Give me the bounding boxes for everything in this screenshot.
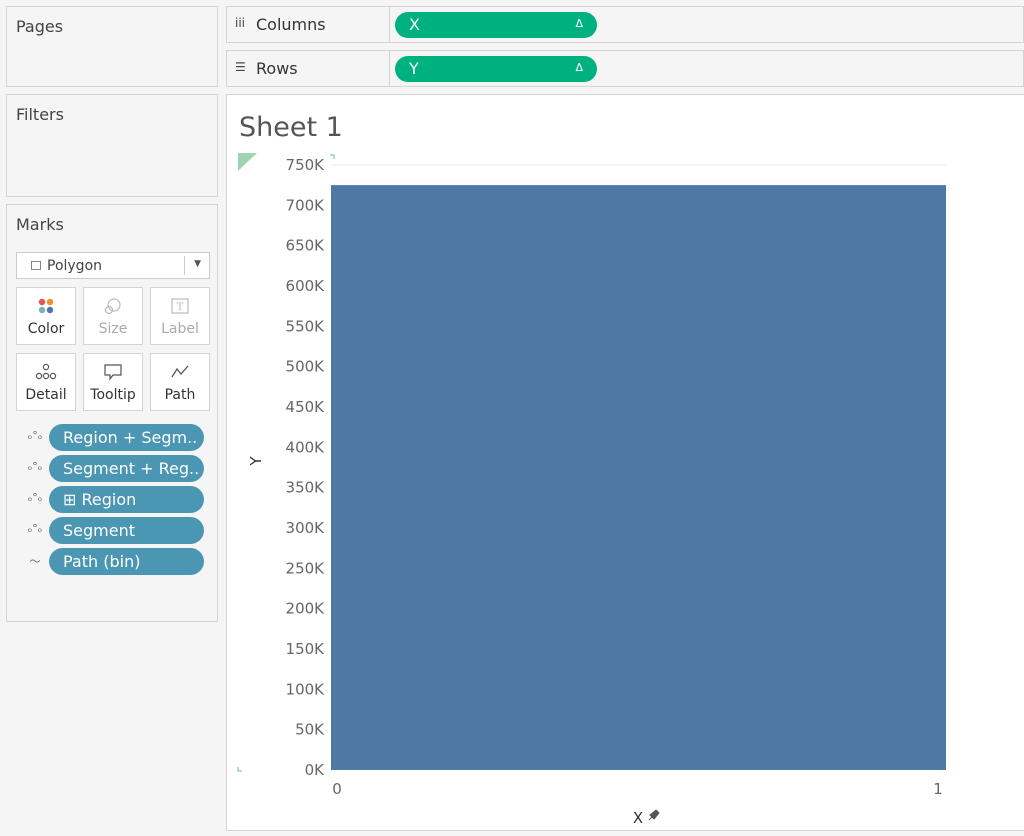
dropdown-divider: [184, 256, 185, 275]
x-axis-label: X: [633, 809, 643, 827]
y-tick-label: 750K: [286, 156, 326, 174]
chevron-down-icon[interactable]: ▼: [194, 259, 201, 269]
detail-icon: [17, 362, 75, 382]
size-icon: [84, 296, 142, 316]
detail-button[interactable]: Detail: [16, 353, 76, 411]
sheet-title[interactable]: Sheet 1: [239, 112, 343, 143]
detail-icon[interactable]: ₒ°ₒ: [24, 491, 46, 504]
y-tick-label: 600K: [286, 277, 326, 295]
columns-shelf[interactable]: iii Columns X Δ: [226, 6, 1024, 43]
label-label: Label: [161, 321, 199, 337]
marks-pill-row: ₒ°ₒ Segment: [24, 517, 214, 544]
field-pill[interactable]: Segment + Reg..: [49, 455, 204, 482]
y-tick-label: 250K: [286, 559, 326, 577]
field-pill[interactable]: Segment: [49, 517, 204, 544]
y-tick-label: 700K: [286, 196, 326, 214]
mark-type-dropdown[interactable]: Polygon ▼: [16, 252, 210, 279]
tooltip-button[interactable]: Tooltip: [83, 353, 143, 411]
polygon-icon: [31, 261, 41, 270]
y-tick-label: 400K: [286, 438, 326, 456]
label-button[interactable]: T Label: [150, 287, 210, 345]
svg-text:T: T: [177, 302, 184, 313]
marks-pill-row: ₒ°ₒ Region + Segm..: [24, 424, 214, 451]
field-pill[interactable]: Path (bin): [49, 548, 204, 575]
y-tick-label: 50K: [295, 721, 325, 739]
y-tick-label: 550K: [286, 317, 326, 335]
y-tick-label: 200K: [286, 600, 326, 618]
tooltip-label: Tooltip: [90, 387, 136, 403]
columns-shelf-label: iii Columns: [227, 7, 390, 42]
y-field-pill[interactable]: Y Δ: [395, 56, 597, 82]
columns-icon: iii: [235, 16, 246, 30]
pages-title: Pages: [16, 17, 64, 36]
y-tick-label: 500K: [286, 358, 326, 376]
color-label: Color: [27, 321, 65, 337]
path-icon[interactable]: 〜: [24, 553, 46, 569]
corner-marker-icon: [238, 153, 257, 171]
marks-title: Marks: [16, 215, 64, 234]
x-pill-label: X: [409, 15, 420, 34]
rows-icon: ☰: [235, 60, 246, 74]
path-label: Path: [164, 387, 196, 403]
area-mark: [331, 185, 946, 771]
y-tick-label: 450K: [286, 398, 326, 416]
detail-icon[interactable]: ₒ°ₒ: [24, 460, 46, 473]
rows-label: Rows: [256, 59, 298, 78]
x-tick-label: 1: [933, 780, 943, 798]
size-label: Size: [98, 321, 128, 337]
mark-type-label: Polygon: [47, 258, 103, 274]
y-tick-label: 0K: [305, 761, 326, 779]
y-axis-label: Y: [247, 456, 265, 467]
y-tick-label: 650K: [286, 237, 326, 255]
marks-pill-row: ₒ°ₒ ⊞ Region: [24, 486, 214, 513]
worksheet-view[interactable]: Sheet 1 0K 50K 100K 150K 200K 250K 300K 350K 400…: [226, 94, 1024, 831]
marks-card: Marks Polygon ▼ Color Size T Label Detai…: [6, 204, 218, 622]
color-button[interactable]: Color: [16, 287, 76, 345]
x-field-pill[interactable]: X Δ: [395, 12, 597, 38]
rows-shelf[interactable]: ☰ Rows Y Δ: [226, 50, 1024, 87]
delta-icon: Δ: [575, 17, 583, 30]
chart[interactable]: 0K 50K 100K 150K 200K 250K 300K 350K 400K 450K 500…: [227, 95, 1024, 832]
field-pill[interactable]: ⊞ Region: [49, 486, 204, 513]
path-button[interactable]: Path: [150, 353, 210, 411]
columns-label: Columns: [256, 15, 326, 34]
filters-title: Filters: [16, 105, 64, 124]
label-icon: T: [151, 296, 209, 316]
detail-icon[interactable]: ₒ°ₒ: [24, 429, 46, 442]
path-icon: [151, 362, 209, 382]
x-tick-label: 0: [332, 780, 342, 798]
y-tick-label: 300K: [286, 519, 326, 537]
color-icon: [17, 296, 75, 316]
y-pill-label: Y: [409, 59, 419, 78]
y-tick-label: 100K: [286, 680, 326, 698]
marks-pill-row: 〜 Path (bin): [24, 548, 214, 575]
pin-icon: [648, 809, 660, 821]
filters-card[interactable]: Filters: [6, 94, 218, 197]
detail-label: Detail: [25, 387, 67, 403]
rows-shelf-label: ☰ Rows: [227, 51, 390, 86]
pages-card[interactable]: Pages: [6, 6, 218, 87]
y-tick-label: 350K: [286, 479, 326, 497]
tooltip-icon: [84, 362, 142, 382]
marks-pill-row: ₒ°ₒ Segment + Reg..: [24, 455, 214, 482]
detail-icon[interactable]: ₒ°ₒ: [24, 522, 46, 535]
y-tick-label: 150K: [286, 640, 326, 658]
field-pill[interactable]: Region + Segm..: [49, 424, 204, 451]
size-button[interactable]: Size: [83, 287, 143, 345]
delta-icon: Δ: [575, 61, 583, 74]
